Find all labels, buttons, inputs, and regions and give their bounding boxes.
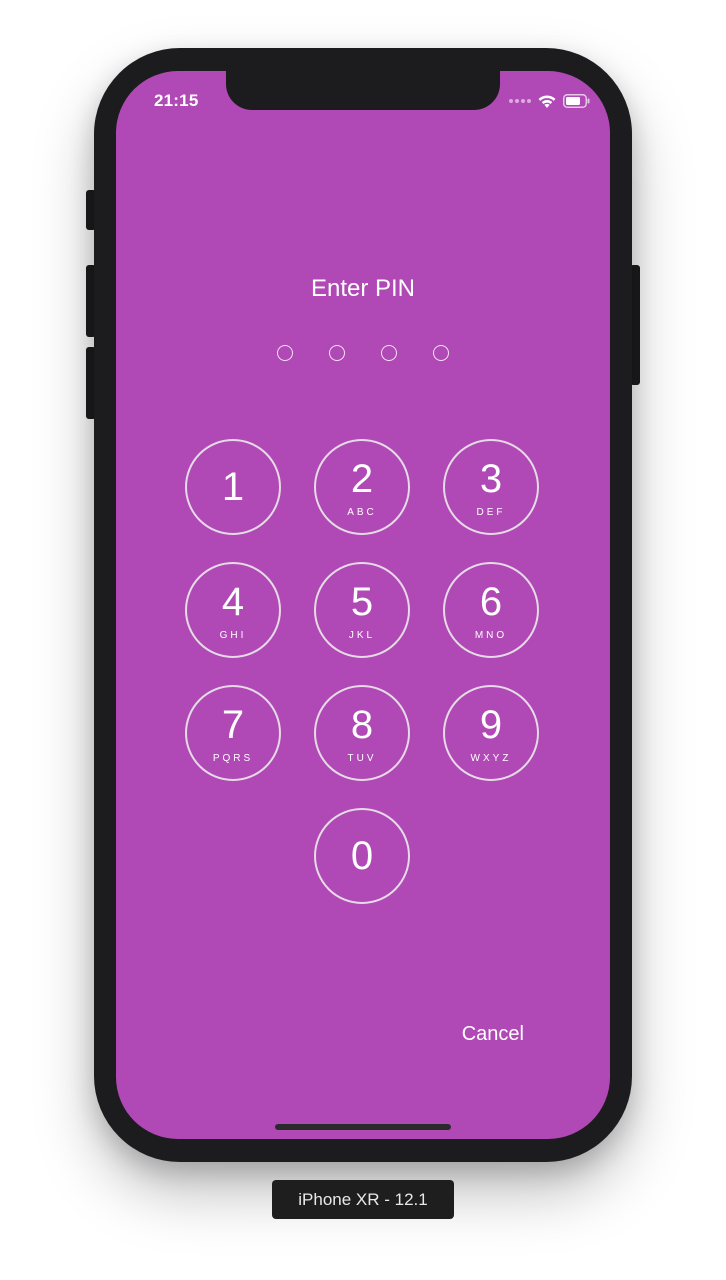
key-digit: 9 bbox=[479, 703, 503, 747]
key-digit: 4 bbox=[221, 580, 245, 624]
key-letters: JKL bbox=[348, 630, 376, 641]
key-letters: WXYZ bbox=[470, 753, 512, 764]
key-letters: ABC bbox=[347, 507, 377, 518]
wifi-icon bbox=[537, 94, 557, 109]
status-time: 21:15 bbox=[154, 91, 199, 110]
key-9[interactable]: 9 WXYZ bbox=[443, 685, 539, 781]
battery-icon bbox=[563, 94, 590, 108]
key-letters: TUV bbox=[347, 753, 377, 764]
key-letters: MNO bbox=[474, 630, 508, 641]
simulator-device-label: iPhone XR - 12.1 bbox=[272, 1180, 454, 1219]
key-digit: 0 bbox=[350, 834, 374, 878]
pin-dot-3 bbox=[381, 345, 397, 361]
pin-dot-4 bbox=[433, 345, 449, 361]
key-digit: 7 bbox=[221, 703, 245, 747]
key-3[interactable]: 3 DEF bbox=[443, 439, 539, 535]
key-4[interactable]: 4 GHI bbox=[185, 562, 281, 658]
key-0[interactable]: 0 bbox=[314, 808, 410, 904]
key-7[interactable]: 7 PQRS bbox=[185, 685, 281, 781]
key-letters: DEF bbox=[476, 507, 506, 518]
pin-dot-1 bbox=[277, 345, 293, 361]
pin-dots bbox=[116, 345, 610, 361]
key-digit: 2 bbox=[350, 457, 374, 501]
key-digit: 3 bbox=[479, 457, 503, 501]
pin-title: Enter PIN bbox=[310, 275, 416, 302]
key-digit: 6 bbox=[479, 580, 503, 624]
key-5[interactable]: 5 JKL bbox=[314, 562, 410, 658]
signal-dots-icon bbox=[509, 99, 531, 103]
phone-screen: 21:15 Enter PIN 1 2 ABC 3 DEF 4 GHI 5 JK… bbox=[116, 71, 610, 1139]
home-indicator[interactable] bbox=[275, 1124, 451, 1130]
pin-keypad: 1 2 ABC 3 DEF 4 GHI 5 JKL 6 MNO 7 PQRS 8… bbox=[185, 439, 541, 905]
pin-dot-2 bbox=[329, 345, 345, 361]
key-letters: GHI bbox=[219, 630, 247, 641]
key-1[interactable]: 1 bbox=[185, 439, 281, 535]
key-digit: 5 bbox=[350, 580, 374, 624]
key-2[interactable]: 2 ABC bbox=[314, 439, 410, 535]
status-icons bbox=[509, 91, 590, 111]
simulator-stage: 21:15 Enter PIN 1 2 ABC 3 DEF 4 GHI 5 JK… bbox=[0, 0, 726, 1280]
notch bbox=[226, 71, 500, 110]
cancel-button[interactable]: Cancel bbox=[462, 1023, 524, 1046]
key-digit: 8 bbox=[350, 703, 374, 747]
key-digit: 1 bbox=[221, 465, 245, 509]
key-6[interactable]: 6 MNO bbox=[443, 562, 539, 658]
key-letters: PQRS bbox=[212, 753, 254, 764]
key-8[interactable]: 8 TUV bbox=[314, 685, 410, 781]
